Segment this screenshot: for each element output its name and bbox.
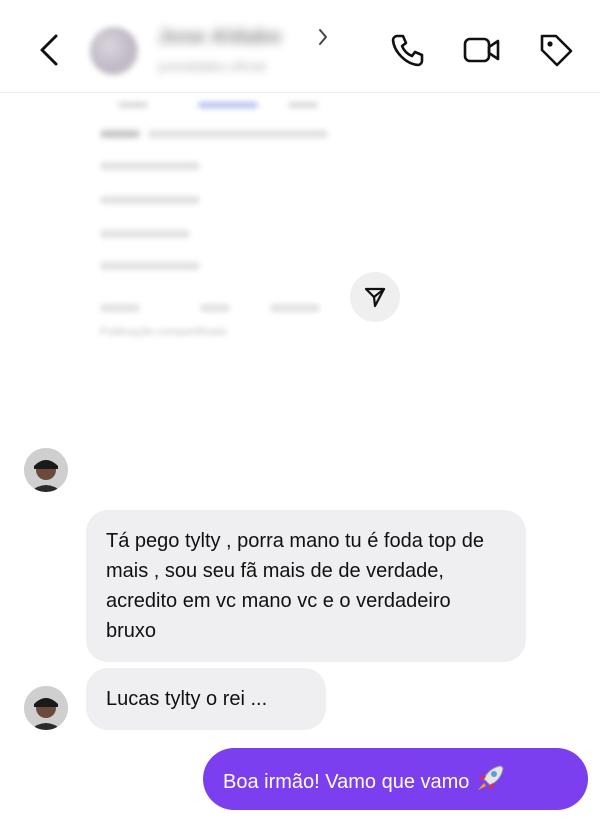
post-line — [100, 130, 140, 138]
back-icon — [40, 34, 58, 66]
post-caption: Publicação compartilhada — [100, 326, 226, 338]
person-avatar-icon — [24, 448, 68, 492]
phone-icon — [391, 34, 424, 67]
shared-post-preview[interactable]: Publicação compartilhada — [88, 96, 338, 416]
contact-avatar-small[interactable] — [24, 448, 68, 492]
video-call-button[interactable] — [462, 30, 502, 70]
contact-avatar[interactable] — [90, 27, 138, 75]
contact-details-chevron[interactable] — [316, 26, 330, 48]
message-bubble-outgoing[interactable]: Boa irmão! Vamo que vamo — [203, 748, 588, 810]
chevron-right-icon — [319, 29, 327, 45]
contact-avatar-small[interactable] — [24, 686, 68, 730]
post-line — [100, 162, 200, 170]
post-tab-active — [198, 102, 258, 108]
post-line — [100, 304, 140, 312]
video-camera-icon — [463, 37, 500, 63]
voice-call-button[interactable] — [388, 30, 428, 70]
message-bubble-incoming[interactable]: Lucas tylty o rei ... — [86, 668, 326, 730]
contact-subtitle[interactable]: josealdabo.oficial — [158, 58, 265, 74]
post-line — [100, 196, 200, 204]
send-icon — [364, 287, 386, 308]
tag-button[interactable] — [536, 30, 576, 70]
post-tab — [118, 102, 148, 108]
share-post-button[interactable] — [350, 272, 400, 322]
person-avatar-icon — [24, 686, 68, 730]
message-text: Boa irmão! Vamo que vamo — [223, 771, 470, 793]
rocket-emoji-icon — [475, 764, 505, 801]
post-tab — [288, 102, 318, 108]
back-button[interactable] — [34, 30, 66, 70]
post-line — [270, 304, 320, 312]
post-tabbar — [108, 102, 318, 116]
post-line — [148, 130, 328, 138]
tag-icon — [540, 34, 573, 67]
message-bubble-incoming[interactable]: Tá pego tylty , porra mano tu é foda top… — [86, 510, 526, 662]
post-line — [100, 230, 190, 238]
chat-header: Jose Aldabo josealdabo.oficial — [0, 0, 600, 93]
post-line — [100, 262, 200, 270]
post-line — [200, 304, 230, 312]
contact-name[interactable]: Jose Aldabo — [158, 26, 282, 49]
